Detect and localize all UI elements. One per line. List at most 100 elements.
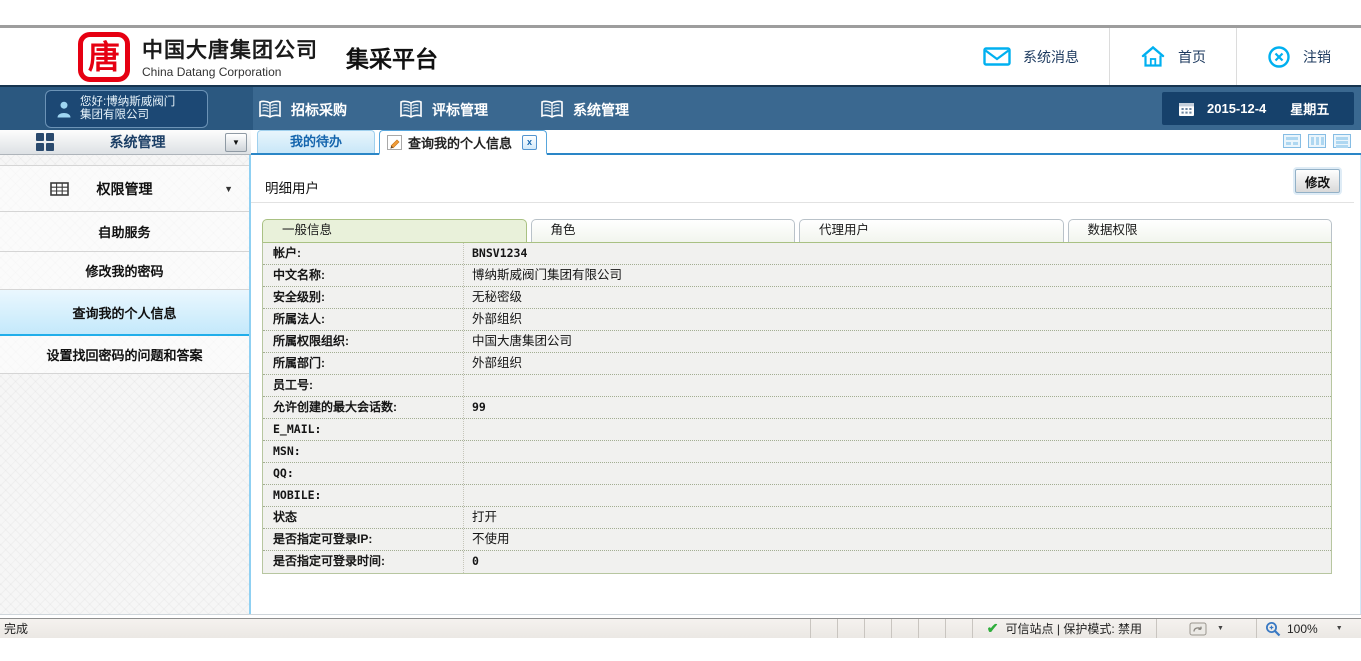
- body-row: 权限管理 ▼ › 自助服务 修改我的密码 查询我的个人信息 设置找回密码的问题和…: [0, 155, 1361, 614]
- home-link[interactable]: 首页: [1109, 28, 1236, 85]
- status-done-text: 完成: [4, 620, 28, 637]
- sidebar-header-label: 系统管理: [54, 132, 221, 152]
- book-icon: [258, 100, 282, 119]
- status-bar: 完成 ✔ 可信站点 | 保护模式: 禁用 ▼ 100% ▼: [0, 618, 1361, 638]
- application-window: 唐 中国大唐集团公司 China Datang Corporation 集采平台…: [0, 0, 1361, 661]
- sidebar-item-label: 查询我的个人信息: [72, 303, 176, 322]
- content-panel: 明细用户 修改 一般信息 角色 代理用户 数据权限 帐户: BNSV1234 中…: [251, 155, 1361, 614]
- modules-grid-icon: [36, 133, 54, 151]
- logout-label: 注销: [1303, 47, 1331, 67]
- field-label: MSN:: [263, 441, 463, 462]
- nav-item-system[interactable]: 系统管理: [540, 100, 629, 120]
- user-greeting: 您好:博纳斯威阀门 集团有限公司: [45, 90, 208, 128]
- layout-switcher: [1283, 134, 1351, 148]
- book-icon: [540, 100, 564, 119]
- brand-block: 中国大唐集团公司 China Datang Corporation: [142, 34, 318, 79]
- table-row: QQ:: [263, 463, 1331, 485]
- workspace-tabs: 我的待办 查询我的个人信息 x: [251, 130, 1361, 155]
- sidebar-menu: 权限管理 ▼ › 自助服务 修改我的密码 查询我的个人信息 设置找回密码的问题和…: [0, 155, 251, 614]
- sidebar-collapse-button[interactable]: ▼: [225, 133, 247, 152]
- security-zone: ✔ 可信站点 | 保护模式: 禁用: [972, 619, 1156, 638]
- field-label: 员工号:: [263, 375, 463, 396]
- edit-page-icon: [387, 135, 402, 150]
- layout-rows-icon[interactable]: [1333, 134, 1351, 148]
- nav-menu: 招标采购 评标管理 系统管理: [258, 89, 629, 130]
- field-value: [463, 463, 1331, 484]
- sidebar-header: 系统管理 ▼: [0, 130, 251, 155]
- zoom-level: 100%: [1287, 622, 1318, 636]
- logout-icon: [1267, 45, 1291, 69]
- tab-strip: 系统管理 ▼ 我的待办 查询我的个人信息 x: [0, 130, 1361, 155]
- field-value: 无秘密级: [463, 287, 1331, 308]
- tab-my-profile[interactable]: 查询我的个人信息 x: [379, 130, 547, 155]
- datang-logo: 唐: [78, 32, 130, 82]
- logout-link[interactable]: 注销: [1236, 28, 1361, 85]
- edit-button[interactable]: 修改: [1295, 169, 1340, 193]
- calendar-icon: [1178, 101, 1195, 117]
- status-pane: [837, 619, 864, 638]
- bottom-margin: [0, 638, 1361, 658]
- system-messages-link[interactable]: 系统消息: [953, 28, 1109, 85]
- table-row: 员工号:: [263, 375, 1331, 397]
- sidebar-item-label: 自助服务: [98, 222, 150, 241]
- weekday-value: 星期五: [1290, 99, 1329, 118]
- main-navbar: 您好:博纳斯威阀门 集团有限公司 招标采购: [0, 85, 1361, 130]
- subtab-proxy-users[interactable]: 代理用户: [799, 219, 1064, 242]
- chevron-down-icon: ▼: [1217, 625, 1224, 632]
- layout-split-icon[interactable]: [1283, 134, 1301, 148]
- layout-columns-icon[interactable]: [1308, 134, 1326, 148]
- detail-subtabs: 一般信息 角色 代理用户 数据权限: [262, 219, 1332, 242]
- subtab-roles[interactable]: 角色: [531, 219, 796, 242]
- field-value: [463, 419, 1331, 440]
- field-label: MOBILE:: [263, 485, 463, 506]
- table-row: 是否指定可登录IP: 不使用: [263, 529, 1331, 551]
- field-value: 99: [463, 397, 1331, 418]
- mail-icon: [983, 47, 1011, 66]
- field-label: 允许创建的最大会话数:: [263, 397, 463, 418]
- sidebar-item-change-password[interactable]: 修改我的密码: [0, 252, 249, 290]
- field-label: 所属权限组织:: [263, 331, 463, 352]
- sidebar-item-self-service[interactable]: › 自助服务: [0, 212, 249, 252]
- table-row: MOBILE:: [263, 485, 1331, 507]
- tab-my-profile-label: 查询我的个人信息: [408, 133, 512, 152]
- subtab-data-permissions[interactable]: 数据权限: [1068, 219, 1333, 242]
- table-row: 状态 打开: [263, 507, 1331, 529]
- nav-item-evaluation[interactable]: 评标管理: [399, 100, 488, 120]
- field-value: 0: [463, 551, 1331, 573]
- browser-top-strip: [0, 0, 1361, 28]
- tab-my-todo[interactable]: 我的待办: [257, 130, 375, 153]
- field-value: 不使用: [463, 529, 1331, 550]
- table-row: 所属权限组织: 中国大唐集团公司: [263, 331, 1331, 353]
- close-icon[interactable]: x: [522, 135, 537, 150]
- sidebar-item-view-profile[interactable]: 查询我的个人信息: [0, 290, 249, 336]
- table-row: 所属部门: 外部组织: [263, 353, 1331, 375]
- status-pane: [918, 619, 945, 638]
- field-value: 外部组织: [463, 353, 1331, 374]
- company-name-cn: 中国大唐集团公司: [142, 34, 318, 64]
- page-title: 明细用户: [265, 177, 319, 197]
- table-row: E_MAIL:: [263, 419, 1331, 441]
- compatibility-control[interactable]: ▼: [1156, 619, 1256, 638]
- check-icon: ✔: [987, 620, 999, 637]
- table-row: 中文名称: 博纳斯威阀门集团有限公司: [263, 265, 1331, 287]
- compatibility-icon: [1189, 622, 1207, 636]
- sidebar-item-password-recovery[interactable]: 设置找回密码的问题和答案: [0, 336, 249, 374]
- zoom-icon: [1265, 621, 1281, 637]
- user-icon: [56, 100, 72, 119]
- subtab-general-info[interactable]: 一般信息: [262, 219, 527, 242]
- greeting-text: 您好:博纳斯威阀门 集团有限公司: [80, 96, 175, 122]
- user-detail-table: 帐户: BNSV1234 中文名称: 博纳斯威阀门集团有限公司 安全级别: 无秘…: [262, 242, 1332, 574]
- title-divider: [251, 202, 1354, 203]
- zoom-control[interactable]: 100% ▼: [1256, 619, 1361, 638]
- sidebar-item-permission-mgmt[interactable]: 权限管理 ▼: [0, 165, 249, 212]
- header-links: 系统消息 首页 注销: [953, 28, 1361, 85]
- nav-item-bidding[interactable]: 招标采购: [258, 100, 347, 120]
- field-value: 打开: [463, 507, 1331, 528]
- field-value: 外部组织: [463, 309, 1331, 330]
- status-pane: [945, 619, 972, 638]
- table-row: 帐户: BNSV1234: [263, 243, 1331, 265]
- status-pane: [810, 619, 837, 638]
- field-value: 博纳斯威阀门集团有限公司: [463, 265, 1331, 286]
- nav-label-evaluation: 评标管理: [432, 100, 488, 120]
- field-label: QQ:: [263, 463, 463, 484]
